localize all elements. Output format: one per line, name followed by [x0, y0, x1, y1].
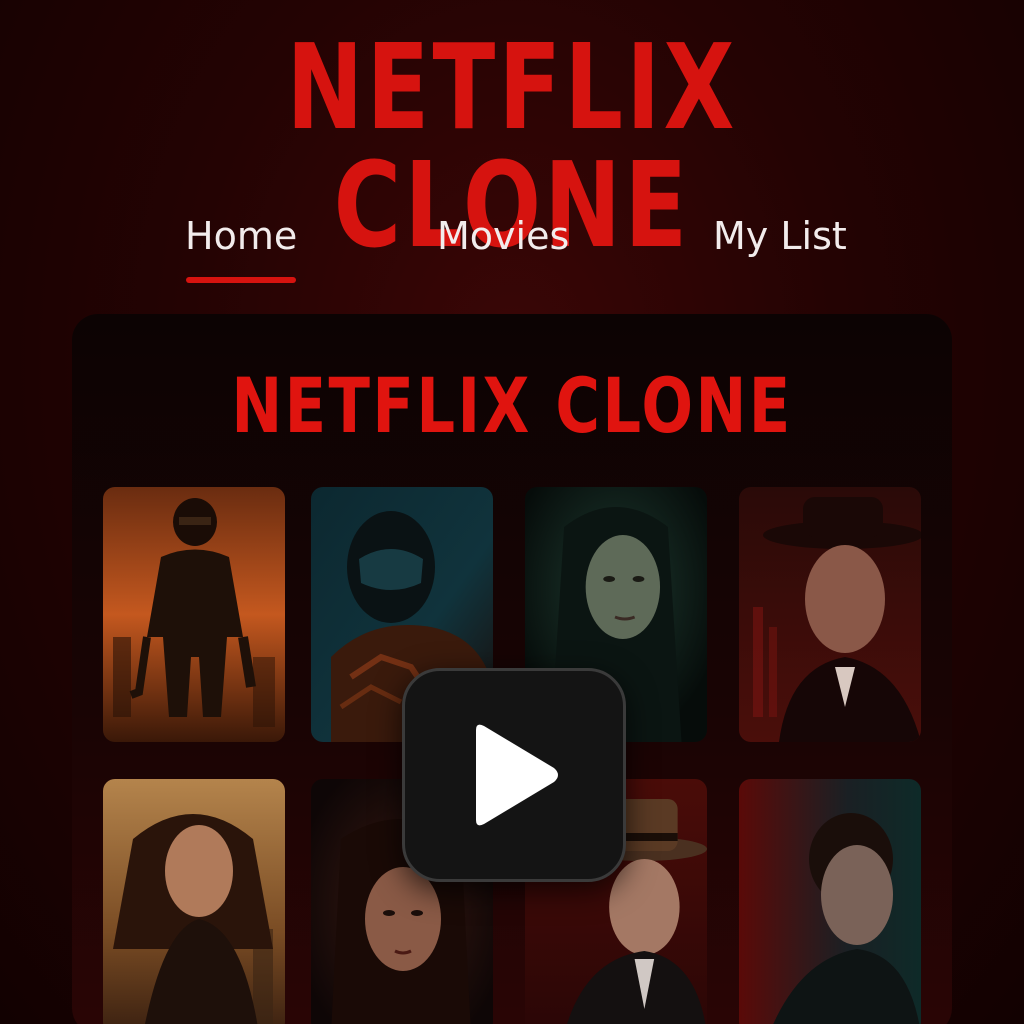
tab-home[interactable]: Home [185, 214, 297, 258]
poster-man-profile[interactable] [739, 779, 921, 1024]
poster-woman-windswept[interactable] [103, 779, 285, 1024]
panel-title: NETFLIX CLONE [231, 361, 793, 450]
tab-movies[interactable]: Movies [437, 214, 569, 258]
active-tab-indicator [186, 277, 296, 283]
play-button[interactable] [402, 668, 626, 882]
poster-man-fedora[interactable] [739, 487, 921, 742]
poster-armored-soldier[interactable] [103, 487, 285, 742]
main-nav: Home Movies My List [0, 214, 1024, 294]
featured-panel: NETFLIX CLONE [72, 314, 952, 1024]
tab-my-list[interactable]: My List [713, 214, 847, 258]
play-icon [476, 724, 558, 826]
